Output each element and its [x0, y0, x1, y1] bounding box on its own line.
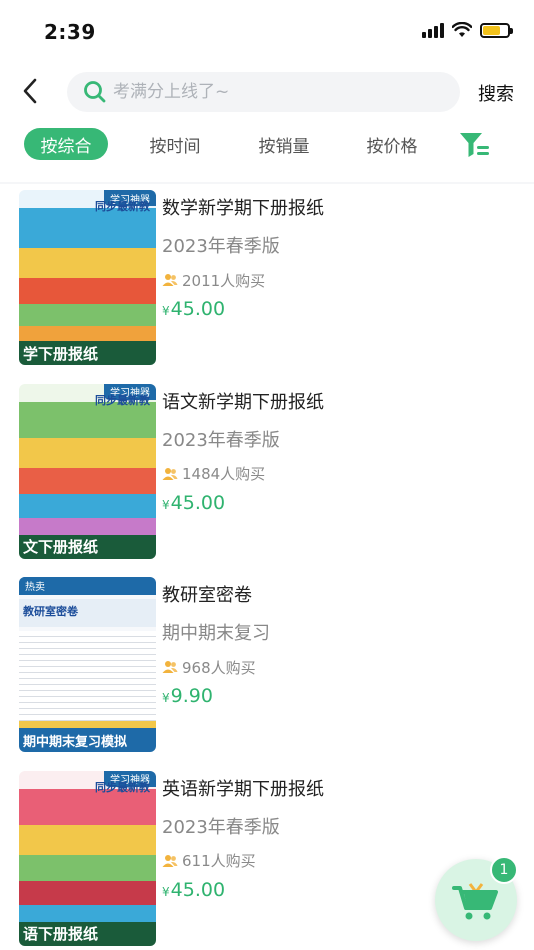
- search-header: 搜索: [0, 60, 534, 124]
- product-subtitle: 2023年春季版: [162, 236, 280, 257]
- currency-symbol: ¥: [162, 884, 170, 899]
- thumbnail-caption: 文下册报纸: [19, 534, 156, 559]
- search-icon: [84, 81, 106, 103]
- search-bar[interactable]: [67, 72, 460, 112]
- product-thumbnail: 学习神器 同步最新教 语下册报纸: [19, 770, 156, 946]
- product-item[interactable]: 学习神器 同步最新教 学下册报纸 数学新学期下册报纸 2023年春季版 2011…: [0, 184, 534, 378]
- product-info: 语文新学期下册报纸 2023年春季版 1484人购买 ¥ 45.00: [162, 390, 522, 514]
- chevron-left-icon: [23, 78, 37, 104]
- currency-symbol: ¥: [162, 691, 170, 705]
- product-info: 数学新学期下册报纸 2023年春季版 2011人购买 ¥ 45.00: [162, 196, 522, 320]
- thumbnail-tag: 热卖: [19, 577, 51, 593]
- buyer-count: 2011人购买: [162, 270, 522, 290]
- thumbnail-header: 同步最新教: [95, 393, 150, 407]
- product-price: ¥ 45.00: [162, 492, 522, 514]
- thumbnail-header: 教研室密卷: [23, 605, 78, 618]
- thumbnail-caption: 学下册报纸: [19, 341, 156, 365]
- product-item[interactable]: 学习神器 同步最新教 文下册报纸 语文新学期下册报纸 2023年春季版 1484…: [0, 377, 534, 571]
- status-time: 2:39: [44, 20, 96, 44]
- product-title: 教研室密卷: [162, 585, 252, 606]
- thumbnail-header: 同步最新教: [95, 780, 150, 794]
- cart-count-badge: 1: [490, 856, 518, 884]
- product-title: 英语新学期下册报纸: [162, 778, 324, 800]
- status-bar: 2:39: [0, 0, 534, 60]
- product-info: 教研室密卷 期中期末复习 968人购买 ¥ 9.90: [162, 583, 522, 707]
- product-title: 语文新学期下册报纸: [162, 391, 324, 413]
- thumbnail-header: 同步最新教: [95, 200, 150, 213]
- product-thumbnail: 学习神器 同步最新教 文下册报纸: [19, 383, 156, 559]
- users-icon: [162, 661, 178, 673]
- users-icon: [162, 854, 178, 867]
- buyer-count-text: 1484人购买: [182, 465, 266, 483]
- tab-sort-price[interactable]: 按价格: [353, 128, 431, 160]
- battery-icon: [480, 22, 513, 38]
- search-input[interactable]: [113, 82, 433, 102]
- product-subtitle: 2023年春季版: [162, 429, 280, 451]
- product-title: 数学新学期下册报纸: [162, 198, 324, 219]
- product-list: 学习神器 同步最新教 学下册报纸 数学新学期下册报纸 2023年春季版 2011…: [0, 184, 534, 950]
- tab-sort-comprehensive[interactable]: 按综合: [24, 128, 108, 160]
- shopping-cart-icon: [452, 883, 498, 920]
- product-price: ¥ 45.00: [162, 298, 522, 320]
- currency-symbol: ¥: [162, 304, 170, 318]
- back-button[interactable]: [14, 74, 46, 108]
- buyer-count-text: 2011人购买: [182, 271, 266, 290]
- search-button[interactable]: 搜索: [478, 80, 514, 106]
- buyer-count: 968人购买: [162, 657, 522, 677]
- product-subtitle: 2023年春季版: [162, 816, 280, 838]
- sort-tabs: 按综合 按时间 按销量 按价格: [0, 126, 534, 166]
- users-icon: [162, 274, 178, 286]
- buyer-count-text: 968人购买: [182, 658, 256, 677]
- buyer-count: 1484人购买: [162, 464, 522, 484]
- tab-sort-time[interactable]: 按时间: [136, 128, 214, 160]
- product-item[interactable]: 热卖 教研室密卷 期中期末复习模拟 教研室密卷 期中期末复习 968人购买 ¥ …: [0, 571, 534, 765]
- currency-symbol: ¥: [162, 497, 170, 512]
- buyer-count-text: 611人购买: [182, 852, 256, 870]
- price-value: 45.00: [170, 878, 226, 901]
- cellular-signal-icon: [422, 22, 444, 38]
- thumbnail-caption: 期中期末复习模拟: [19, 728, 156, 752]
- price-value: 45.00: [170, 491, 226, 514]
- product-subtitle: 期中期末复习: [162, 623, 270, 644]
- product-price: ¥ 9.90: [162, 685, 522, 707]
- users-icon: [162, 467, 178, 480]
- product-thumbnail: 热卖 教研室密卷 期中期末复习模拟: [19, 577, 156, 752]
- thumbnail-caption: 语下册报纸: [19, 921, 156, 946]
- filter-icon[interactable]: [458, 130, 492, 160]
- price-value: 45.00: [170, 298, 226, 320]
- status-icons: [422, 22, 513, 38]
- price-value: 9.90: [170, 685, 213, 707]
- wifi-icon: [452, 22, 472, 37]
- tab-sort-sales[interactable]: 按销量: [245, 128, 323, 160]
- product-thumbnail: 学习神器 同步最新教 学下册报纸: [19, 190, 156, 365]
